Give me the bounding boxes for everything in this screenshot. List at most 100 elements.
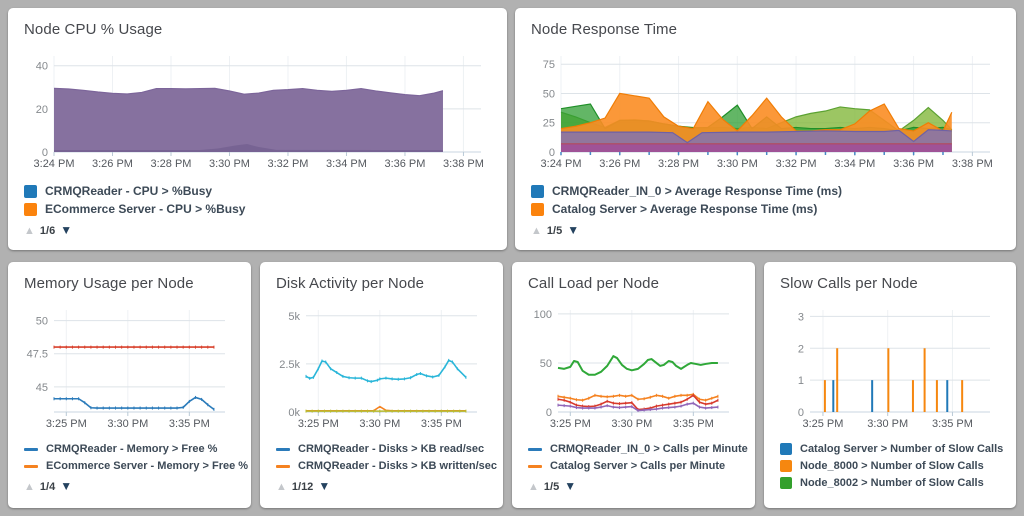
- svg-text:45: 45: [36, 382, 48, 394]
- svg-text:3:25 PM: 3:25 PM: [46, 418, 87, 430]
- svg-text:3:35 PM: 3:35 PM: [673, 418, 714, 430]
- svg-text:3:38 PM: 3:38 PM: [952, 158, 993, 170]
- svg-text:3:38 PM: 3:38 PM: [443, 158, 484, 170]
- panel-memory-usage: Memory Usage per Node 4547.5503:25 PM3:3…: [8, 262, 251, 508]
- panel-title: Disk Activity per Node: [276, 275, 489, 292]
- legend: CRMQReader - Disks > KB read/sec CRMQRea…: [276, 442, 489, 473]
- legend-swatch: [528, 448, 542, 451]
- legend-item: CRMQReader_IN_0 > Average Response Time …: [531, 184, 1002, 199]
- dashboard-row-top: Node CPU % Usage 020403:24 PM3:26 PM3:28…: [8, 8, 1016, 250]
- legend-item: CRMQReader - Disks > KB read/sec: [276, 442, 489, 456]
- legend-label: CRMQReader - Disks > KB read/sec: [298, 442, 484, 456]
- legend-item: CRMQReader - CPU > %Busy: [24, 184, 493, 199]
- legend: CRMQReader_IN_0 > Calls per Minute Catal…: [528, 442, 741, 473]
- legend-item: Catalog Server > Average Response Time (…: [531, 202, 1002, 217]
- svg-text:100: 100: [534, 309, 552, 321]
- pager: ▲ 1/5 ▼: [528, 480, 741, 493]
- slow-calls-chart[interactable]: 01233:25 PM3:30 PM3:35 PM: [778, 304, 1002, 432]
- pager: ▲ 1/5 ▼: [531, 224, 1002, 237]
- page-up-button[interactable]: ▲: [24, 225, 35, 237]
- legend-swatch: [528, 465, 542, 468]
- legend: CRMQReader - CPU > %Busy ECommerce Serve…: [24, 184, 493, 217]
- legend-swatch: [276, 465, 290, 468]
- legend-item: Catalog Server > Calls per Minute: [528, 459, 741, 473]
- svg-text:3:34 PM: 3:34 PM: [834, 158, 875, 170]
- panel-call-load: Call Load per Node 0501003:25 PM3:30 PM3…: [512, 262, 755, 508]
- page-up-button[interactable]: ▲: [24, 481, 35, 493]
- svg-text:3:35 PM: 3:35 PM: [421, 418, 462, 430]
- legend-label: Catalog Server > Calls per Minute: [550, 459, 725, 473]
- legend-swatch: [531, 185, 544, 198]
- svg-text:25: 25: [543, 118, 555, 130]
- page-up-button[interactable]: ▲: [528, 481, 539, 493]
- legend-label: Node_8000 > Number of Slow Calls: [800, 459, 984, 473]
- legend-item: Catalog Server > Number of Slow Calls: [780, 442, 1002, 456]
- legend: Catalog Server > Number of Slow Calls No…: [780, 442, 1002, 490]
- page-count: 1/5: [547, 225, 562, 237]
- svg-text:3:30 PM: 3:30 PM: [209, 158, 250, 170]
- panel-node-cpu-usage: Node CPU % Usage 020403:24 PM3:26 PM3:28…: [8, 8, 507, 250]
- legend-label: Catalog Server > Average Response Time (…: [552, 202, 817, 217]
- svg-text:3:30 PM: 3:30 PM: [107, 418, 148, 430]
- svg-text:3:25 PM: 3:25 PM: [298, 418, 339, 430]
- legend-item: ECommerce Server - Memory > Free %: [24, 459, 237, 473]
- pager: ▲ 1/4 ▼: [24, 480, 237, 493]
- legend-swatch: [531, 203, 544, 216]
- legend-item: CRMQReader - Disks > KB written/sec: [276, 459, 489, 473]
- panel-title: Slow Calls per Node: [780, 275, 1002, 292]
- page-down-button[interactable]: ▼: [567, 224, 579, 237]
- svg-text:2.5k: 2.5k: [279, 359, 300, 371]
- svg-text:3: 3: [798, 311, 804, 323]
- node-cpu-usage-chart[interactable]: 020403:24 PM3:26 PM3:28 PM3:30 PM3:32 PM…: [22, 50, 493, 172]
- svg-text:3:26 PM: 3:26 PM: [599, 158, 640, 170]
- svg-text:50: 50: [540, 358, 552, 370]
- panel-title: Memory Usage per Node: [24, 275, 237, 292]
- page-down-button[interactable]: ▼: [60, 480, 72, 493]
- legend-label: CRMQReader - CPU > %Busy: [45, 184, 212, 199]
- disk-activity-chart[interactable]: 0k2.5k5k3:25 PM3:30 PM3:35 PM: [274, 304, 489, 432]
- page-count: 1/12: [292, 481, 313, 493]
- legend-label: CRMQReader - Memory > Free %: [46, 442, 217, 456]
- page-down-button[interactable]: ▼: [60, 224, 72, 237]
- svg-text:3:34 PM: 3:34 PM: [326, 158, 367, 170]
- svg-text:3:26 PM: 3:26 PM: [92, 158, 133, 170]
- legend-swatch: [24, 203, 37, 216]
- legend-item: CRMQReader_IN_0 > Calls per Minute: [528, 442, 741, 456]
- legend: CRMQReader - Memory > Free % ECommerce S…: [24, 442, 237, 473]
- svg-text:3:35 PM: 3:35 PM: [169, 418, 210, 430]
- legend-swatch: [276, 448, 290, 451]
- svg-text:3:30 PM: 3:30 PM: [359, 418, 400, 430]
- svg-text:3:36 PM: 3:36 PM: [384, 158, 425, 170]
- page-down-button[interactable]: ▼: [318, 480, 330, 493]
- pager: ▲ 1/6 ▼: [24, 224, 493, 237]
- legend-label: ECommerce Server - CPU > %Busy: [45, 202, 245, 217]
- svg-text:3:24 PM: 3:24 PM: [34, 158, 75, 170]
- svg-text:3:28 PM: 3:28 PM: [151, 158, 192, 170]
- legend: CRMQReader_IN_0 > Average Response Time …: [531, 184, 1002, 217]
- panel-title: Call Load per Node: [528, 275, 741, 292]
- svg-text:75: 75: [543, 59, 555, 71]
- legend-swatch: [780, 477, 792, 489]
- page-up-button[interactable]: ▲: [276, 481, 287, 493]
- memory-usage-chart[interactable]: 4547.5503:25 PM3:30 PM3:35 PM: [22, 304, 237, 432]
- legend-label: Node_8002 > Number of Slow Calls: [800, 476, 984, 490]
- svg-text:3:32 PM: 3:32 PM: [267, 158, 308, 170]
- panel-node-response-time: Node Response Time 02550753:24 PM3:26 PM…: [515, 8, 1016, 250]
- call-load-chart[interactable]: 0501003:25 PM3:30 PM3:35 PM: [526, 304, 741, 432]
- page-down-button[interactable]: ▼: [564, 480, 576, 493]
- panel-disk-activity: Disk Activity per Node 0k2.5k5k3:25 PM3:…: [260, 262, 503, 508]
- svg-text:3:24 PM: 3:24 PM: [541, 158, 582, 170]
- legend-item: Node_8002 > Number of Slow Calls: [780, 476, 1002, 490]
- legend-swatch: [24, 185, 37, 198]
- page-count: 1/4: [40, 481, 55, 493]
- svg-text:2: 2: [798, 343, 804, 355]
- svg-text:50: 50: [543, 88, 555, 100]
- page-up-button[interactable]: ▲: [531, 225, 542, 237]
- svg-text:3:30 PM: 3:30 PM: [867, 418, 908, 430]
- page-count: 1/5: [544, 481, 559, 493]
- svg-text:3:28 PM: 3:28 PM: [658, 158, 699, 170]
- svg-text:3:25 PM: 3:25 PM: [550, 418, 591, 430]
- legend-label: CRMQReader_IN_0 > Calls per Minute: [550, 442, 748, 456]
- legend-swatch: [24, 465, 38, 468]
- node-response-time-chart[interactable]: 02550753:24 PM3:26 PM3:28 PM3:30 PM3:32 …: [529, 50, 1002, 172]
